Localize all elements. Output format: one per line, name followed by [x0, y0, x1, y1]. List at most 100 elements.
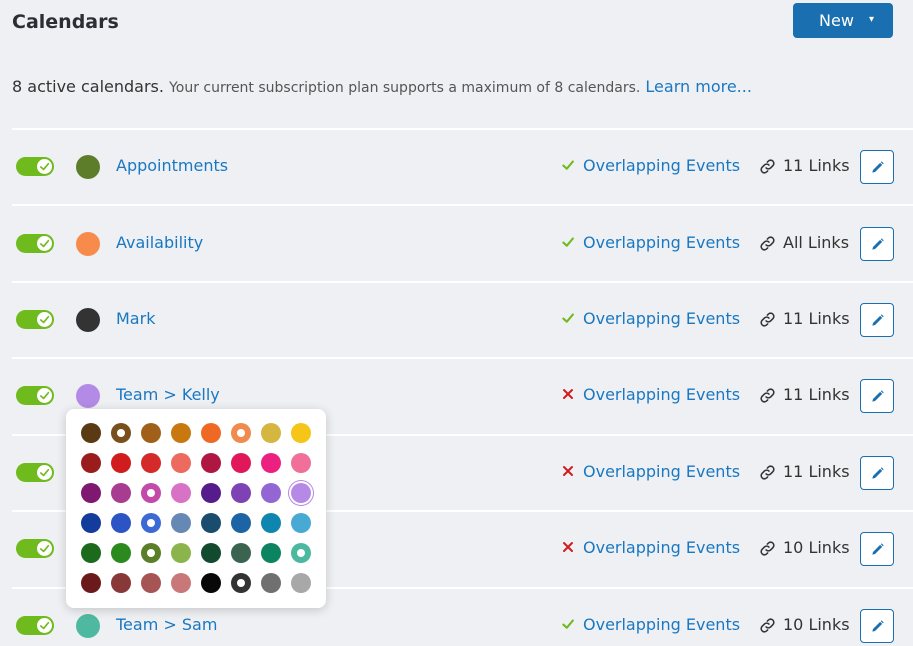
color-swatch[interactable]: [261, 423, 281, 443]
overlapping-events-link[interactable]: Overlapping Events: [583, 462, 740, 481]
edit-calendar-button[interactable]: [860, 456, 894, 490]
new-calendar-button[interactable]: New ▾: [793, 3, 893, 38]
chevron-down-icon[interactable]: ▾: [869, 14, 874, 25]
color-swatch[interactable]: [201, 483, 221, 503]
calendar-row: Team > Sam Overlapping Events 10 Links: [0, 606, 913, 646]
calendar-color-dot[interactable]: [76, 614, 100, 638]
link-icon: [759, 158, 776, 175]
color-swatch[interactable]: [111, 573, 131, 593]
calendar-row: Availability Overlapping Events All Link…: [0, 224, 913, 264]
link-icon: [759, 617, 776, 634]
learn-more-link[interactable]: Learn more...: [645, 77, 752, 96]
color-swatch[interactable]: [111, 453, 131, 473]
color-swatch[interactable]: [81, 423, 101, 443]
calendar-color-dot[interactable]: [76, 155, 100, 179]
color-swatch[interactable]: [81, 513, 101, 533]
color-swatch[interactable]: [261, 543, 281, 563]
calendar-name-link[interactable]: Availability: [116, 233, 203, 252]
color-swatch[interactable]: [201, 513, 221, 533]
color-swatch[interactable]: [261, 513, 281, 533]
edit-calendar-button[interactable]: [860, 609, 894, 643]
color-swatch[interactable]: [171, 453, 191, 473]
edit-calendar-button[interactable]: [860, 303, 894, 337]
color-swatch[interactable]: [231, 453, 251, 473]
calendar-color-dot[interactable]: [76, 232, 100, 256]
color-swatch[interactable]: [231, 573, 251, 593]
overlapping-events-link[interactable]: Overlapping Events: [583, 385, 740, 404]
color-swatch[interactable]: [171, 483, 191, 503]
calendar-enabled-toggle[interactable]: [16, 234, 54, 253]
active-count-text: 8 active calendars.: [12, 77, 164, 96]
pencil-icon: [870, 389, 885, 404]
check-icon: [37, 312, 52, 327]
color-swatch[interactable]: [111, 483, 131, 503]
cross-icon: [561, 539, 575, 553]
color-swatch[interactable]: [231, 423, 251, 443]
calendar-enabled-toggle[interactable]: [16, 539, 54, 558]
color-swatch[interactable]: [141, 573, 161, 593]
overlapping-events-link[interactable]: Overlapping Events: [583, 156, 740, 175]
calendar-enabled-toggle[interactable]: [16, 463, 54, 482]
overlapping-events-link[interactable]: Overlapping Events: [583, 309, 740, 328]
color-swatch[interactable]: [261, 483, 281, 503]
color-swatch[interactable]: [201, 573, 221, 593]
color-swatch[interactable]: [201, 543, 221, 563]
color-swatch[interactable]: [141, 483, 161, 503]
color-swatch[interactable]: [171, 573, 191, 593]
color-swatch[interactable]: [231, 513, 251, 533]
color-swatch[interactable]: [231, 483, 251, 503]
color-swatch[interactable]: [291, 573, 311, 593]
color-swatch[interactable]: [171, 513, 191, 533]
color-swatch[interactable]: [171, 543, 191, 563]
color-swatch[interactable]: [201, 453, 221, 473]
overlapping-events-link[interactable]: Overlapping Events: [583, 233, 740, 252]
row-divider: [12, 281, 913, 283]
edit-calendar-button[interactable]: [860, 150, 894, 184]
color-picker-popover: [66, 409, 326, 608]
calendar-count-info: 8 active calendars. Your current subscri…: [12, 77, 752, 96]
color-swatch[interactable]: [81, 543, 101, 563]
calendar-name-link[interactable]: Appointments: [116, 156, 228, 175]
color-swatch[interactable]: [231, 543, 251, 563]
calendar-color-dot[interactable]: [76, 384, 100, 408]
calendar-enabled-toggle[interactable]: [16, 386, 54, 405]
calendar-enabled-toggle[interactable]: [16, 310, 54, 329]
calendar-name-link[interactable]: Team > Kelly: [116, 385, 220, 404]
color-swatch[interactable]: [141, 513, 161, 533]
color-swatch[interactable]: [291, 513, 311, 533]
edit-calendar-button[interactable]: [860, 532, 894, 566]
color-swatch[interactable]: [291, 483, 311, 503]
link-icon: [759, 387, 776, 404]
color-swatch[interactable]: [171, 423, 191, 443]
calendar-name-link[interactable]: Team > Sam: [116, 615, 217, 634]
color-swatch[interactable]: [291, 423, 311, 443]
plan-limit-text: Your current subscription plan supports …: [169, 80, 641, 96]
color-swatch[interactable]: [81, 573, 101, 593]
color-swatch[interactable]: [111, 423, 131, 443]
edit-calendar-button[interactable]: [860, 379, 894, 413]
color-swatch[interactable]: [201, 423, 221, 443]
overlapping-events-link[interactable]: Overlapping Events: [583, 615, 740, 634]
check-icon: [37, 541, 52, 556]
links-count: 10 Links: [783, 538, 850, 557]
edit-calendar-button[interactable]: [860, 227, 894, 261]
overlapping-events-link[interactable]: Overlapping Events: [583, 538, 740, 557]
color-swatch[interactable]: [81, 483, 101, 503]
link-icon: [759, 464, 776, 481]
color-swatch[interactable]: [141, 453, 161, 473]
calendar-enabled-toggle[interactable]: [16, 157, 54, 176]
color-swatch[interactable]: [111, 543, 131, 563]
color-swatch[interactable]: [261, 453, 281, 473]
color-swatch[interactable]: [291, 453, 311, 473]
color-swatch[interactable]: [111, 513, 131, 533]
calendar-enabled-toggle[interactable]: [16, 616, 54, 635]
color-swatch[interactable]: [141, 543, 161, 563]
calendar-color-dot[interactable]: [76, 308, 100, 332]
check-icon: [37, 388, 52, 403]
check-icon: [37, 236, 52, 251]
color-swatch[interactable]: [81, 453, 101, 473]
calendar-name-link[interactable]: Mark: [116, 309, 155, 328]
color-swatch[interactable]: [141, 423, 161, 443]
color-swatch[interactable]: [291, 543, 311, 563]
color-swatch[interactable]: [261, 573, 281, 593]
